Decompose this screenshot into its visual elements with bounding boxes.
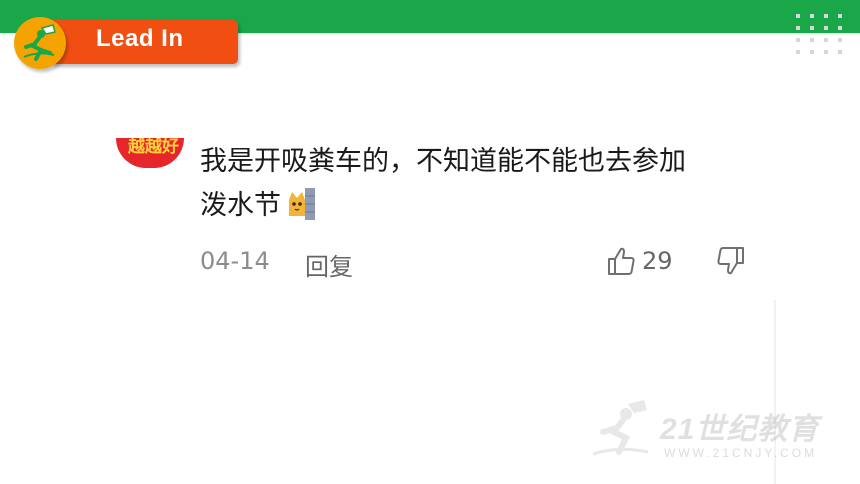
- comment-line-2-text: 泼水节: [200, 190, 281, 221]
- watermark-brand: 21世纪教育: [660, 413, 820, 446]
- watermark-site: WWW.21CNJY.COM: [664, 446, 818, 460]
- comment-line-2: 泼水节: [200, 184, 760, 228]
- peeking-cat-emoji-icon: [285, 188, 317, 220]
- watermark-runner-icon: [592, 400, 649, 456]
- comment-date: 04-14: [200, 247, 270, 275]
- thumbs-down-icon[interactable]: [716, 245, 746, 277]
- runner-logo-icon: [14, 17, 66, 69]
- thumbs-up-icon: [608, 247, 635, 275]
- comment-line-1: 我是开吸粪车的，不知道能不能也去参加: [200, 146, 686, 177]
- like-count: 29: [642, 247, 673, 275]
- lead-in-badge: Lead In: [14, 17, 238, 69]
- reply-button[interactable]: 回复: [305, 247, 353, 282]
- avatar[interactable]: 越越好: [116, 138, 184, 168]
- comment-text: 我是开吸粪车的，不知道能不能也去参加 泼水节: [200, 140, 760, 228]
- avatar-text: 越越好: [128, 138, 179, 157]
- lead-in-label: Lead In: [96, 25, 184, 52]
